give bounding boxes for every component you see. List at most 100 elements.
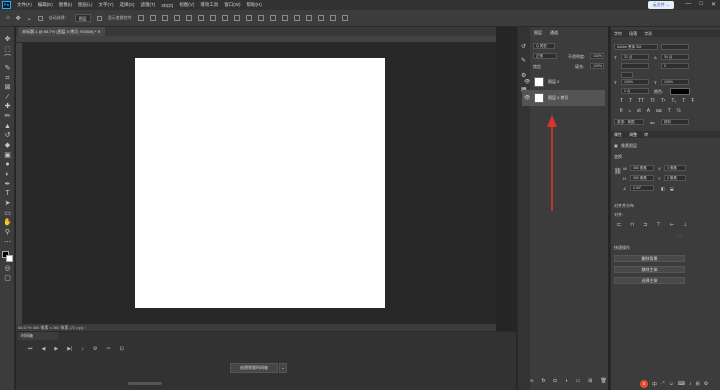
subscript-icon[interactable]: T₁: [671, 98, 676, 104]
more-icon[interactable]: ···: [678, 233, 682, 238]
language-dropdown[interactable]: 英语：美国: [614, 119, 644, 125]
menu-plugins[interactable]: 增效工具: [200, 2, 218, 8]
font-style-dropdown[interactable]: [661, 44, 689, 50]
add-mask-icon[interactable]: ◘: [553, 378, 556, 384]
blur-tool-icon[interactable]: ●: [3, 161, 12, 169]
shape-tool-icon[interactable]: ▭: [3, 210, 12, 218]
align-vcenter-icon[interactable]: ⊢: [670, 222, 674, 228]
background-color-swatch[interactable]: [6, 255, 13, 262]
flip-vertical-icon[interactable]: ⬓: [670, 186, 674, 191]
ime-logo-icon[interactable]: S: [640, 380, 648, 388]
timeline-tab[interactable]: 时间轴: [18, 332, 58, 340]
tab-paragraph[interactable]: 段落: [629, 31, 637, 36]
settings-icon[interactable]: ⚙: [704, 381, 708, 387]
fraction2-icon[interactable]: ½: [677, 108, 681, 114]
hand-tool-icon[interactable]: ✋: [3, 219, 12, 227]
swash-icon[interactable]: st: [637, 108, 641, 114]
align-top-icon[interactable]: [173, 15, 180, 21]
tab-adjustments[interactable]: 调整: [629, 132, 637, 137]
flip-horizontal-icon[interactable]: ◧: [661, 186, 665, 191]
tab-character[interactable]: 字符: [614, 31, 622, 36]
menu-layer[interactable]: 图层(L): [78, 2, 93, 8]
new-group-icon[interactable]: ▭: [576, 378, 581, 384]
tab-libraries[interactable]: 库: [644, 132, 648, 137]
horizontal-scale-input[interactable]: 100%: [661, 79, 689, 85]
next-frame-icon[interactable]: ▶|: [67, 346, 72, 352]
align-bottom-icon[interactable]: ⊥: [683, 222, 687, 228]
remove-subject-button[interactable]: 移除主体: [614, 266, 685, 273]
lasso-tool-icon[interactable]: ⌒: [3, 55, 12, 63]
layer-kind-filter[interactable]: Q 类型: [533, 43, 555, 49]
dodge-tool-icon[interactable]: ◐: [3, 171, 12, 179]
align-distribute-label[interactable]: 对齐并分布: [614, 203, 634, 209]
tsume-input[interactable]: [621, 72, 633, 78]
keyboard-icon[interactable]: ⌨: [678, 381, 685, 387]
text-color-swatch[interactable]: [670, 88, 690, 95]
trash-icon[interactable]: 🗑: [600, 378, 606, 384]
first-frame-icon[interactable]: ⏮: [28, 346, 33, 352]
3d-mode-icon[interactable]: [293, 15, 300, 21]
close-button[interactable]: ✕: [711, 1, 716, 8]
fraction-icon[interactable]: T: [668, 108, 671, 114]
font-size-input[interactable]: 21 点: [621, 54, 649, 60]
align-hcenter-icon[interactable]: ⊓: [630, 222, 634, 228]
history-icon[interactable]: ↺: [521, 43, 526, 50]
history-brush-icon[interactable]: ↺: [3, 132, 12, 140]
titling-icon[interactable]: aa: [656, 108, 662, 114]
align-left-icon[interactable]: [137, 15, 144, 21]
more-tools-icon[interactable]: ⋯: [3, 239, 12, 247]
timeline-scrollbar[interactable]: [128, 382, 162, 385]
layer-name[interactable]: 图层 0: [548, 79, 559, 85]
voice-icon[interactable]: ♪: [689, 381, 692, 387]
crop-tool-icon[interactable]: ⌗: [3, 75, 12, 83]
height-input[interactable]: 360 像素: [630, 175, 654, 181]
3d-slide-icon[interactable]: [341, 15, 348, 21]
zoom-tool-icon[interactable]: ⚲: [3, 229, 12, 237]
eyedropper-tool-icon[interactable]: ⁄: [3, 94, 12, 102]
clone-stamp-icon[interactable]: ▲: [3, 123, 12, 131]
menu-window[interactable]: 窗口(W): [224, 2, 240, 8]
3d-roll-icon[interactable]: [317, 15, 324, 21]
maximize-button[interactable]: □: [699, 1, 703, 8]
toolbox-icon[interactable]: ⊞: [696, 381, 700, 387]
punctuation-icon[interactable]: ·°: [661, 381, 665, 387]
link-layers-icon[interactable]: ∞: [530, 378, 534, 384]
distribute-top-icon[interactable]: [257, 15, 264, 21]
prev-frame-icon[interactable]: ◀: [42, 346, 46, 352]
distribute-right-icon[interactable]: [245, 15, 252, 21]
link-dimensions-icon[interactable]: ⛓: [614, 168, 622, 175]
bold-icon[interactable]: T: [620, 98, 623, 104]
italic-icon[interactable]: T: [629, 98, 632, 104]
menu-select[interactable]: 选择(S): [120, 2, 135, 8]
opacity-input[interactable]: 100%: [590, 53, 604, 59]
chevron-down-icon[interactable]: ⌄: [279, 363, 287, 373]
menu-filter[interactable]: 滤镜(T): [141, 2, 156, 8]
x-input[interactable]: 0 像素: [664, 165, 686, 171]
transition-icon[interactable]: ⊡: [120, 346, 124, 352]
align-right-icon[interactable]: ⊐: [643, 222, 647, 228]
move-tool-icon[interactable]: ✥: [16, 15, 21, 22]
distribute-center-icon[interactable]: [233, 15, 240, 21]
menu-image[interactable]: 图像(I): [59, 2, 72, 8]
menu-view[interactable]: 视图(V): [179, 2, 194, 8]
align-middle-icon[interactable]: [185, 15, 192, 21]
ligature-icon[interactable]: fi: [620, 108, 623, 114]
auto-select-dropdown[interactable]: 图层: [74, 14, 91, 22]
font-family-dropdown[interactable]: Adobe 黑体 Std: [614, 44, 658, 50]
move-tool-icon[interactable]: ✥: [3, 36, 12, 44]
strikethrough-icon[interactable]: Ŧ: [691, 98, 694, 104]
document-tab[interactable]: 未标题-1 @ 66.7% (图层 0 拷贝, RGB/8) * ✕: [18, 27, 105, 36]
auto-select-checkbox[interactable]: [37, 15, 43, 21]
play-icon[interactable]: ▶: [54, 346, 58, 352]
small-caps-icon[interactable]: Tt: [650, 98, 654, 104]
show-transform-checkbox[interactable]: [96, 15, 102, 21]
menu-edit[interactable]: 编辑(E): [38, 2, 53, 8]
new-layer-icon[interactable]: ⊞: [588, 378, 592, 384]
eye-icon[interactable]: 👁: [524, 79, 530, 85]
anti-alias-dropdown[interactable]: 锐利: [661, 119, 689, 125]
transform-section-label[interactable]: 变换: [614, 154, 622, 160]
audio-icon[interactable]: ♪: [81, 346, 84, 352]
underline-icon[interactable]: T: [682, 98, 685, 104]
horizontal-ruler[interactable]: [16, 36, 496, 43]
healing-brush-icon[interactable]: ✚: [3, 103, 12, 111]
